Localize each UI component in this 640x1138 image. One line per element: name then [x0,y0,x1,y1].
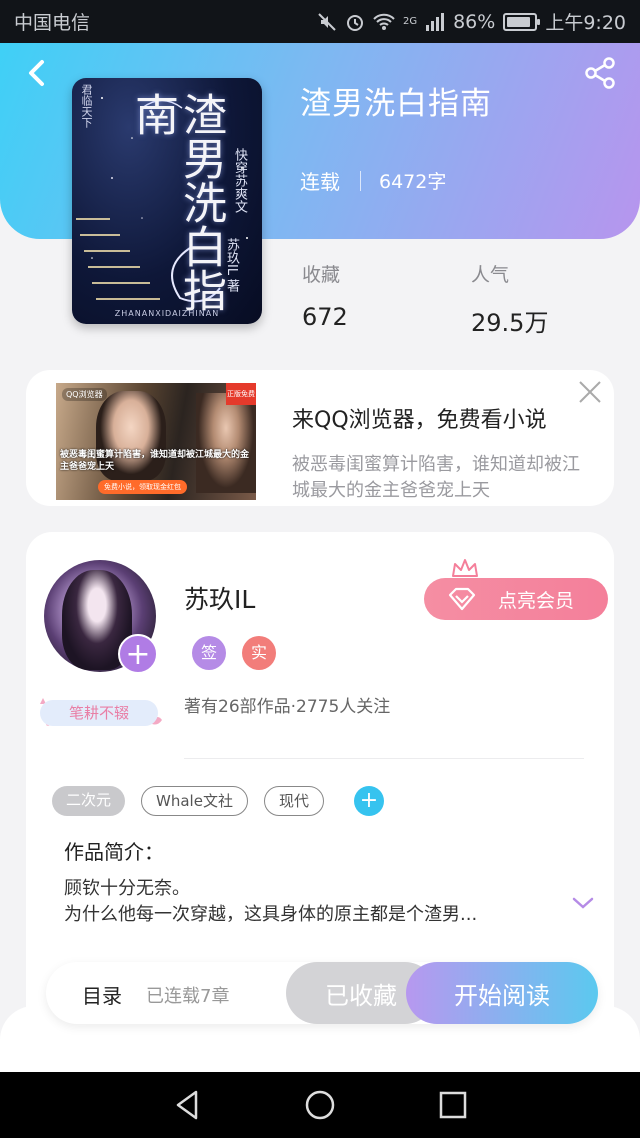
battery-fill [507,16,530,27]
close-icon[interactable] [578,380,602,404]
back-arrow-icon[interactable] [22,58,52,88]
vip-activate-button[interactable]: 点亮会员 [424,578,608,620]
alarm-icon [346,14,363,31]
cover-title-art: 渣男洗白指南 [127,92,226,312]
start-reading-button[interactable]: 开始阅读 [406,962,598,1024]
ad-corner-badge: 正版免费 [226,383,256,405]
ad-description-line: 城最大的金主爸爸宠上天 [292,480,490,501]
ad-image-caption: 被恶毒闺蜜算计陷害，谁知道却被江城最大的金主爸爸宠上天 [60,450,250,472]
intro-line: 为什么他每一次穿越，这具身体的原主都是个渣男... [64,904,478,925]
ad-title: 来QQ浏览器，免费看小说 [292,408,547,433]
meta-divider [360,170,361,191]
ad-photo-woman [196,393,256,493]
diamond-icon [448,587,476,611]
book-meta: 连载 6472字 [300,166,446,195]
nav-home-icon[interactable] [303,1088,337,1122]
qq-browser-logo: QQ浏览器 [62,388,107,401]
stat-favorites: 收藏 672 [302,260,348,331]
clock: 上午9:20 [545,12,626,34]
cover-series: 快穿苏爽文 [232,148,247,213]
crown-icon [452,559,478,577]
book-cover[interactable]: 君临天下 渣男洗白指南 快穿苏爽文 苏玖IL 著 ZHANANXIDAIZHIN… [72,78,262,324]
mute-icon [318,12,336,31]
add-tag-button[interactable]: + [353,786,384,816]
toc-button[interactable]: 目录 [82,980,122,1009]
ad-image-cta: 免费小说，领取现金红包 [98,480,187,494]
status-bar: 中国电信 2G 86% 上午9:20 [0,0,640,43]
battery-icon [503,12,541,31]
vip-button-label: 点亮会员 [498,589,575,612]
share-icon[interactable] [584,56,616,90]
signed-badge: 签 [192,636,226,670]
intro-line: 顾钦十分无奈。 [64,878,190,899]
cover-author: 苏玖IL 著 [224,238,239,293]
action-bar: 目录 已连载7章 已收藏 开始阅读 [46,962,598,1024]
serial-status: 连载 [300,170,340,194]
author-works-followers: 著有26部作品·2775人关注 [184,697,391,717]
stat-value: 672 [302,303,348,331]
cover-latin-title: ZHANANXIDAIZHINAN [114,309,220,318]
book-title: 渣男洗白指南 [300,86,492,122]
tag-chip[interactable]: Whale文社 [141,786,248,816]
nav-back-icon[interactable] [170,1088,204,1122]
follow-plus-button[interactable]: + [118,634,158,674]
carrier-label: 中国电信 [14,12,91,34]
stat-popularity: 人气 29.5万 [471,260,548,338]
nav-recents-icon[interactable] [436,1088,470,1122]
ad-description: 被恶毒闺蜜算计陷害，谁知道却被江 城最大的金主爸爸宠上天 [292,452,614,504]
tag-chip[interactable]: 现代 [263,786,324,816]
intro-heading: 作品简介： [64,840,164,864]
cover-corner-text: 君临天下 [80,84,93,128]
battery-percent: 86% [453,10,496,33]
ad-banner[interactable]: QQ浏览器 正版免费 被恶毒闺蜜算计陷害，谁知道却被江城最大的金主爸爸宠上天 免… [26,370,614,506]
network-type: 2G [402,16,418,27]
chevron-down-icon[interactable] [572,896,594,910]
tag-chip[interactable]: 二次元 [52,786,126,816]
signal-icon [426,12,445,31]
intro-text: 顾钦十分无奈。 为什么他每一次穿越，这具身体的原主都是个渣男... [64,876,477,928]
verified-badge: 实 [242,636,276,670]
medal-badge[interactable]: 笔耕不辍 [34,694,164,730]
ad-image[interactable]: QQ浏览器 正版免费 被恶毒闺蜜算计陷害，谁知道却被江城最大的金主爸爸宠上天 免… [56,383,256,500]
divider [184,758,584,759]
ad-description-line: 被恶毒闺蜜算计陷害，谁知道却被江 [292,454,580,475]
stat-value: 29.5万 [471,309,549,337]
author-name[interactable]: 苏玖IL [184,580,255,616]
chapter-count: 已连载7章 [146,986,230,1007]
status-icons: 2G 86% 上午9:20 [317,8,626,35]
medal-label: 笔耕不辍 [40,700,158,726]
stat-label: 人气 [471,264,510,286]
system-navbar [0,1072,640,1138]
wifi-icon [373,13,395,30]
tag-list: 二次元 Whale文社 现代 + [52,786,384,816]
word-count: 6472字 [379,171,447,193]
stat-label: 收藏 [302,264,341,286]
